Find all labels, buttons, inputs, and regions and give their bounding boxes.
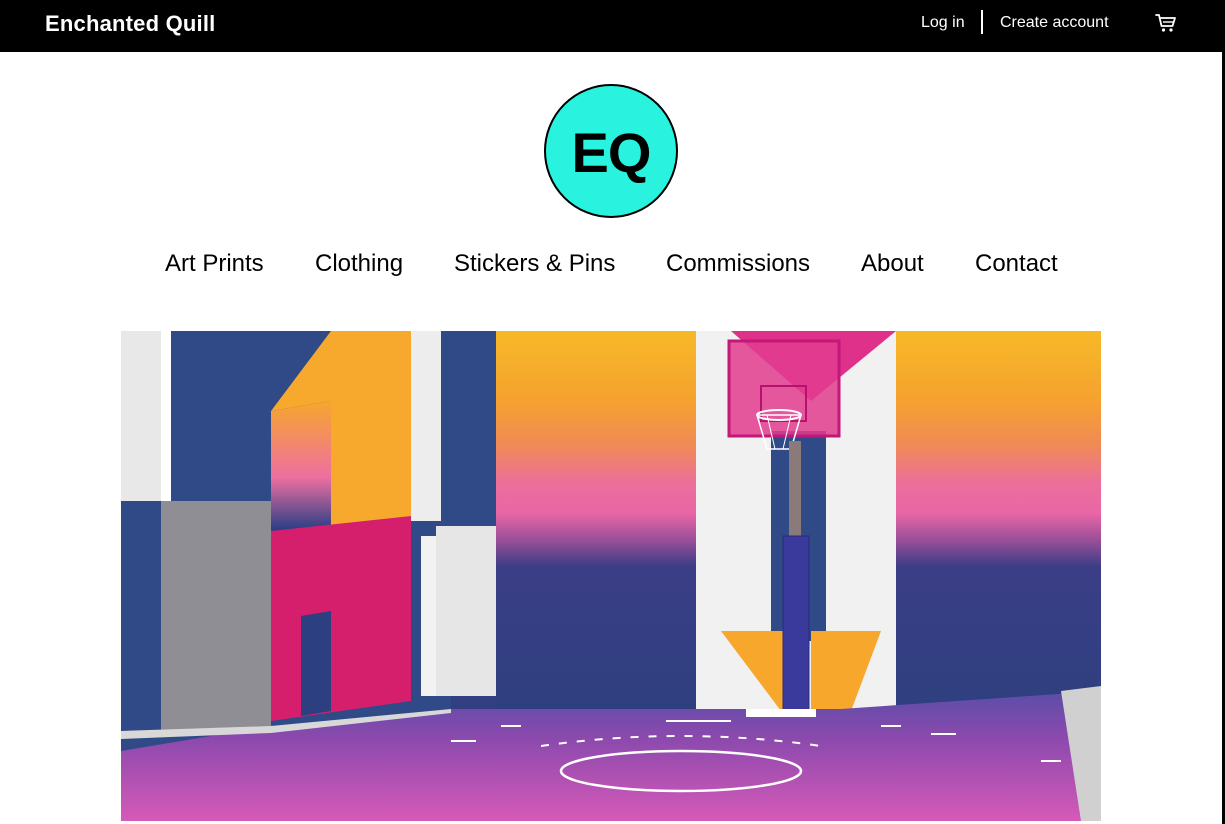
nav-item-about[interactable]: About: [861, 250, 924, 278]
nav-item-clothing[interactable]: Clothing: [315, 250, 403, 278]
store-logo[interactable]: EQ: [544, 84, 678, 218]
logo-text: EQ: [571, 120, 652, 184]
login-link[interactable]: Log in: [921, 14, 965, 32]
basketball-court-illustration: [121, 331, 1101, 821]
nav-item-stickers-pins[interactable]: Stickers & Pins: [454, 250, 615, 278]
account-divider: [981, 10, 983, 34]
nav-item-contact[interactable]: Contact: [975, 250, 1058, 278]
nav-item-art-prints[interactable]: Art Prints: [165, 250, 264, 278]
cart-icon[interactable]: [1155, 13, 1177, 33]
top-bar: Enchanted Quill Log in Create account: [0, 0, 1225, 52]
main-nav: Art Prints Clothing Stickers & Pins Comm…: [0, 250, 1222, 282]
create-account-link[interactable]: Create account: [1000, 14, 1109, 32]
brand-link[interactable]: Enchanted Quill: [45, 11, 215, 37]
hero-image: [121, 331, 1101, 821]
nav-item-commissions[interactable]: Commissions: [666, 250, 810, 278]
